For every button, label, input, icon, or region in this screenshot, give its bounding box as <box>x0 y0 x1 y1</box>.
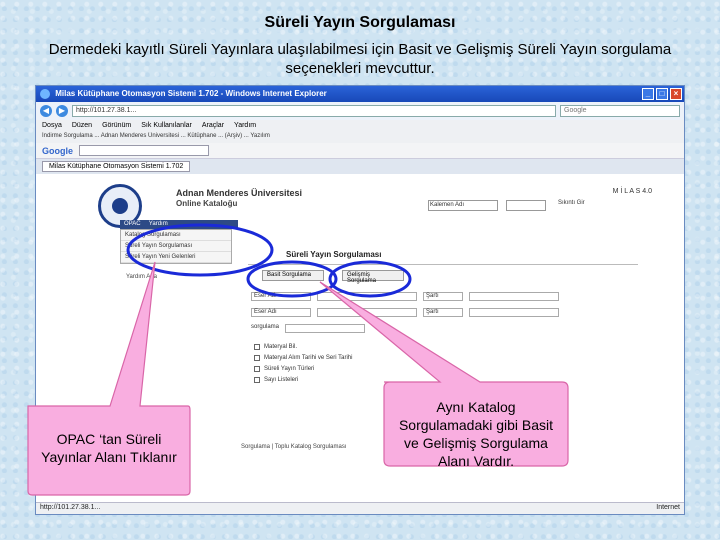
search-value-2[interactable] <box>317 308 417 317</box>
filter-checkboxes: Materyal Bil. Materyal Alım Tarihi ve Se… <box>254 344 352 388</box>
menu-favorites[interactable]: Sık Kullanılanlar <box>141 122 192 130</box>
check-label: Materyal Alım Tarihi ve Seri Tarihi <box>264 355 353 361</box>
slide-title: Süreli Yayın Sorgulaması <box>264 14 456 31</box>
browser-search-input[interactable]: Google <box>560 105 680 117</box>
search-value-1[interactable] <box>317 292 417 301</box>
nav-opac[interactable]: OPAC <box>124 221 141 227</box>
minimize-button[interactable]: _ <box>642 88 654 100</box>
ie-icon <box>40 89 50 99</box>
checkbox[interactable] <box>254 355 260 361</box>
browser-tab[interactable]: Milas Kütüphane Otomasyon Sistemi 1.702 <box>42 161 191 172</box>
check-label: Süreli Yayın Türleri <box>264 366 315 372</box>
search-value-2b[interactable] <box>469 308 559 317</box>
window-titlebar: Milas Kütüphane Otomasyon Sistemi 1.702 … <box>36 86 684 102</box>
forward-arrow-icon[interactable]: ▶ <box>56 105 68 117</box>
maximize-button[interactable]: □ <box>656 88 668 100</box>
google-search-input[interactable] <box>79 145 209 156</box>
opac-dropdown: Katalog Sorgulaması Süreli Yayın Sorgula… <box>120 229 232 264</box>
milas-brand: M İ L A S 4.0 <box>612 188 652 195</box>
status-bar: http://101.27.38.1... Internet <box>36 502 684 514</box>
keyword-input[interactable] <box>506 200 546 211</box>
status-zone: Internet <box>656 504 680 511</box>
back-arrow-icon[interactable]: ◀ <box>40 105 52 117</box>
dropdown-item-catalog[interactable]: Katalog Sorgulaması <box>121 230 231 241</box>
section-divider <box>248 264 638 265</box>
tab-advanced-search[interactable]: Gelişmiş Sorgulama <box>342 270 404 284</box>
menu-help[interactable]: Yardım <box>234 122 256 130</box>
search-row-1: Eser Adı Şartı <box>251 292 559 302</box>
right-callout-text: Aynı Katalog Sorgulamadaki gibi Basit ve… <box>398 399 554 469</box>
check-row[interactable]: Süreli Yayın Türleri <box>254 366 352 372</box>
field-select-1[interactable]: Eser Adı <box>251 292 311 301</box>
keyword-select[interactable]: Kalemen Adı <box>428 200 498 211</box>
check-row[interactable]: Materyal Bil. <box>254 344 352 350</box>
sort-label: sorgulama <box>251 324 280 330</box>
catalog-name: Online Kataloğu <box>176 199 238 208</box>
field-select-2[interactable]: Eser Adı <box>251 308 311 317</box>
search-go-button[interactable]: Sıkıntı Gir <box>558 200 585 206</box>
check-label: Materyal Bil. <box>264 344 298 350</box>
operator-select-2[interactable]: Şartı <box>423 308 463 317</box>
left-help-link[interactable]: Yardım Ana <box>126 274 157 280</box>
links-bar[interactable]: İndirme Sorgulama ... Adnan Menderes Üni… <box>36 132 684 143</box>
left-callout-text: OPAC ‘tan Süreli Yayınlar Alanı Tıklanır <box>41 431 177 465</box>
tab-basic-search[interactable]: Basit Sorgulama <box>262 270 324 281</box>
url-input[interactable]: http://101.27.38.1... <box>72 105 556 117</box>
address-bar: ◀ ▶ http://101.27.38.1... Google <box>36 102 684 120</box>
nav-help[interactable]: Yardım <box>149 221 168 227</box>
menu-view[interactable]: Görünüm <box>102 122 131 130</box>
university-name: Adnan Menderes Üniversitesi <box>176 188 303 198</box>
section-title: Süreli Yayın Sorgulaması <box>286 250 382 259</box>
menu-edit[interactable]: Düzen <box>72 122 92 130</box>
dropdown-item-serials[interactable]: Süreli Yayın Sorgulaması <box>121 241 231 252</box>
checkbox[interactable] <box>254 377 260 383</box>
opac-nav[interactable]: OPAC Yardım <box>120 220 238 229</box>
search-row-2: Eser Adı Şartı <box>251 308 559 318</box>
search-value-1b[interactable] <box>469 292 559 301</box>
bottom-links[interactable]: Sorgulama | Toplu Katalog Sorgulaması <box>241 444 347 450</box>
google-logo: Google <box>42 145 73 156</box>
menu-file[interactable]: Dosya <box>42 122 62 130</box>
check-row[interactable]: Sayı Listeleri <box>254 377 352 383</box>
sort-row: sorgulama <box>251 324 366 334</box>
operator-select-1[interactable]: Şartı <box>423 292 463 301</box>
status-url: http://101.27.38.1... <box>40 504 101 511</box>
slide-subtitle: Dermedeki kayıtlı Süreli Yayınlara ulaşı… <box>48 41 672 77</box>
menu-tools[interactable]: Araçlar <box>202 122 224 130</box>
google-toolbar: Google <box>36 143 684 159</box>
menu-bar: Dosya Düzen Görünüm Sık Kullanılanlar Ar… <box>36 120 684 132</box>
window-title: Milas Kütüphane Otomasyon Sistemi 1.702 … <box>55 89 327 99</box>
checkbox[interactable] <box>254 344 260 350</box>
close-button[interactable]: × <box>670 88 682 100</box>
tab-bar: Milas Kütüphane Otomasyon Sistemi 1.702 <box>36 159 684 174</box>
checkbox[interactable] <box>254 366 260 372</box>
check-label: Sayı Listeleri <box>264 377 299 383</box>
sort-select[interactable] <box>285 324 366 333</box>
dropdown-item-new-serials[interactable]: Süreli Yayın Yeni Gelenleri <box>121 252 231 263</box>
check-row[interactable]: Materyal Alım Tarihi ve Seri Tarihi <box>254 355 352 361</box>
